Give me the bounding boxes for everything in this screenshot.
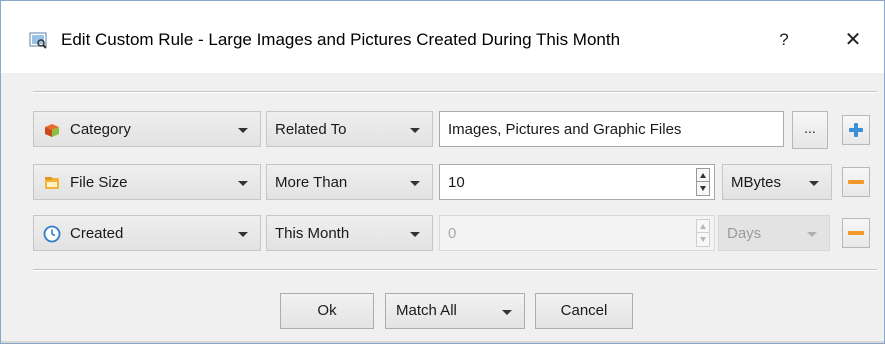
rule-1-operator-label: Related To [275,121,347,138]
chevron-down-icon [410,232,420,237]
rule-3-value-stepper: 0 [439,215,715,251]
remove-rule-button[interactable] [842,218,870,248]
rule-2-value: 10 [448,174,465,191]
rule-2-operator-label: More Than [275,174,348,191]
rule-2-unit-select[interactable]: MBytes [722,164,832,200]
rule-2-operator-select[interactable]: More Than [266,164,433,200]
help-button[interactable]: ? [769,25,799,55]
chevron-down-icon [238,232,248,237]
rule-2-field-label: File Size [70,174,128,191]
rule-3-unit-select: Days [718,215,830,251]
title-bar: Edit Custom Rule - Large Images and Pict… [1,1,884,73]
chevron-down-icon [502,310,512,315]
rule-3-operator-label: This Month [275,225,350,242]
add-rule-button[interactable] [842,115,870,145]
clock-icon [43,225,61,243]
close-button[interactable]: ✕ [836,25,870,55]
dialog-window: Edit Custom Rule - Large Images and Pict… [0,0,885,344]
chevron-down-icon [238,181,248,186]
window-bottom-edge [1,341,884,343]
file-size-icon [43,174,61,192]
rule-3-value: 0 [448,225,457,242]
rule-1-value-field[interactable]: Images, Pictures and Graphic Files [439,111,784,147]
rule-1-field-select[interactable]: Category [33,111,261,147]
chevron-down-icon [238,128,248,133]
ok-button[interactable]: Ok [280,293,374,329]
spin-buttons[interactable] [696,168,710,196]
rule-1-field-label: Category [70,121,131,138]
rule-3-unit-label: Days [727,225,762,242]
rule-1-operator-select[interactable]: Related To [266,111,433,147]
rule-2-field-select[interactable]: File Size [33,164,261,200]
chevron-down-icon [809,181,819,186]
rule-1-value: Images, Pictures and Graphic Files [448,121,682,138]
chevron-down-icon [807,232,817,237]
category-icon [43,121,61,139]
top-divider [33,91,877,93]
chevron-down-icon [410,128,420,133]
rule-3-operator-select[interactable]: This Month [266,215,433,251]
cancel-button[interactable]: Cancel [535,293,633,329]
app-icon [29,31,47,49]
remove-rule-button[interactable] [842,167,870,197]
rule-3-field-label: Created [70,225,124,242]
rule-3-field-select[interactable]: Created [33,215,261,251]
rule-2-unit-label: MBytes [731,174,782,191]
minus-icon [848,180,864,184]
rule-2-value-stepper[interactable]: 10 [439,164,715,200]
browse-button[interactable]: ... [792,111,828,149]
spin-buttons [696,219,710,247]
chevron-down-icon [410,181,420,186]
bottom-divider [33,269,877,271]
match-all-dropdown[interactable]: Match All [385,293,525,329]
window-title: Edit Custom Rule - Large Images and Pict… [61,30,621,49]
minus-icon [848,231,864,235]
